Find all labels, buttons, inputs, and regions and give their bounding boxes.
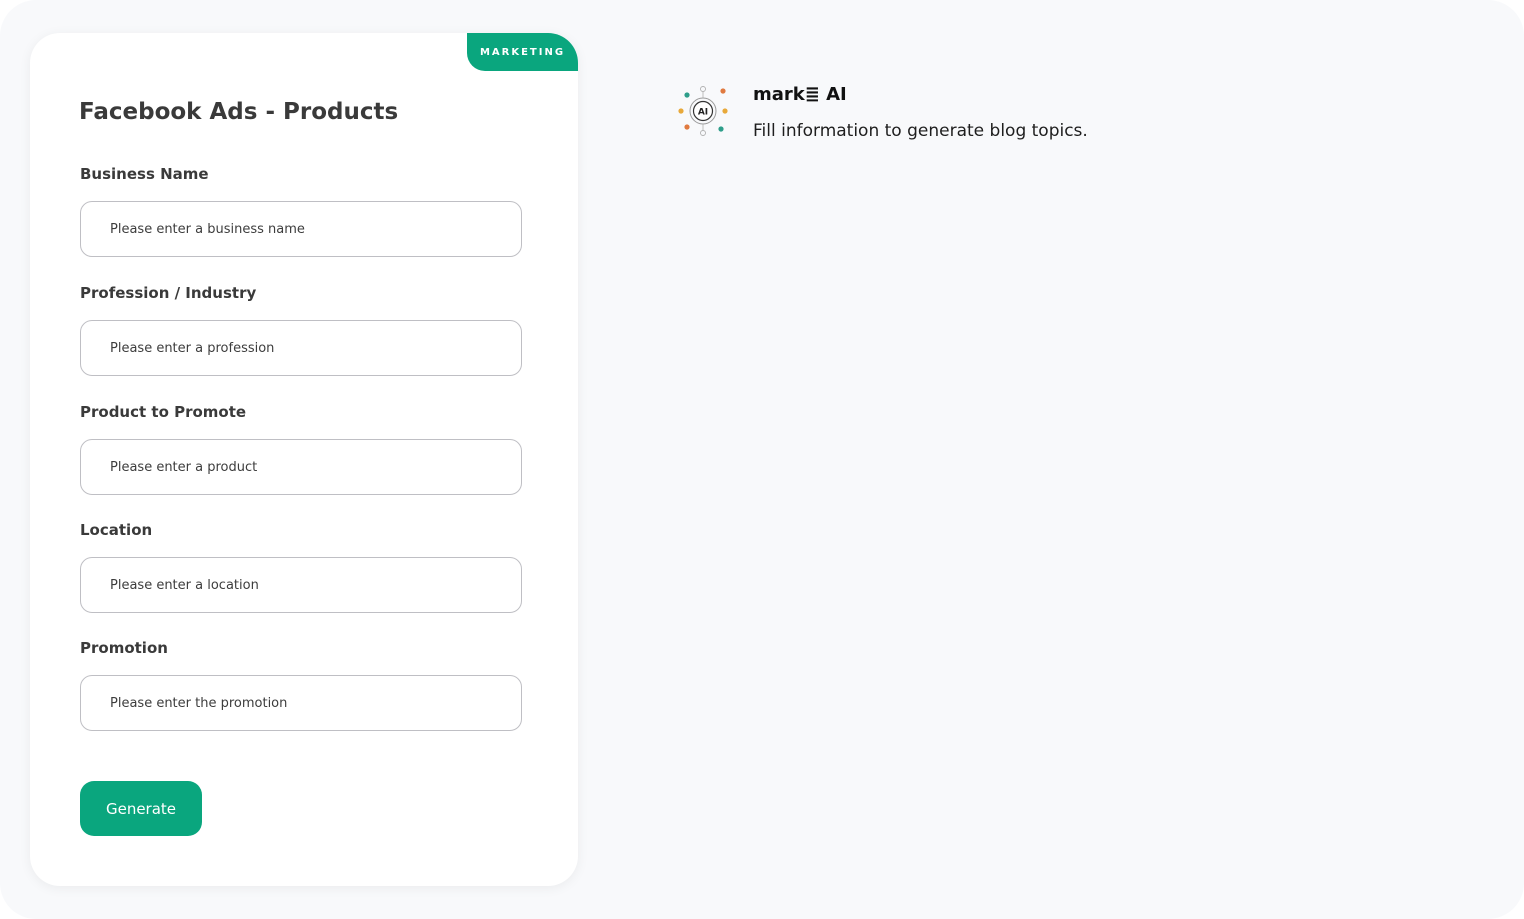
location-label: Location bbox=[80, 521, 153, 539]
business-name-label: Business Name bbox=[80, 165, 209, 183]
form-title: Facebook Ads - Products bbox=[79, 99, 399, 125]
profession-label: Profession / Industry bbox=[80, 284, 257, 302]
promotion-input[interactable] bbox=[80, 675, 522, 731]
category-badge: MARKETING bbox=[467, 33, 578, 71]
promotion-label: Promotion bbox=[80, 639, 168, 657]
profession-input[interactable] bbox=[80, 320, 522, 376]
assistant-panel: AI mark≣ AI Fill information to generate… bbox=[676, 84, 1276, 144]
assistant-message: Fill information to generate blog topics… bbox=[753, 121, 1088, 141]
ai-sparkle-icon: AI bbox=[678, 86, 728, 136]
product-label: Product to Promote bbox=[80, 403, 247, 421]
product-input[interactable] bbox=[80, 439, 522, 495]
generate-button[interactable]: Generate bbox=[80, 781, 202, 836]
form-card: MARKETING Facebook Ads - Products Busine… bbox=[30, 33, 578, 886]
app-window: MARKETING Facebook Ads - Products Busine… bbox=[0, 0, 1524, 919]
svg-text:AI: AI bbox=[698, 108, 708, 118]
business-name-input[interactable] bbox=[80, 201, 522, 257]
location-input[interactable] bbox=[80, 557, 522, 613]
assistant-name: mark≣ AI bbox=[753, 84, 847, 105]
